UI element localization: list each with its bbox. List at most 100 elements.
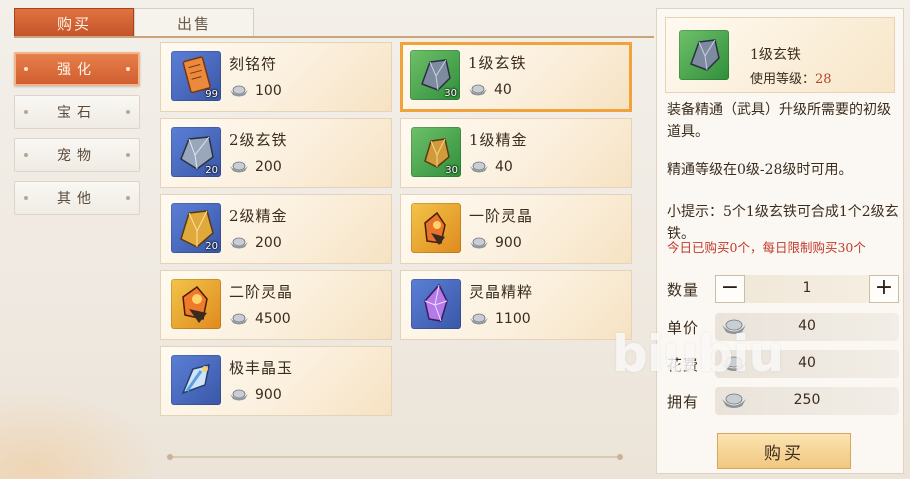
level-label: 使用等级：: [750, 72, 816, 87]
shop-item[interactable]: 30 1级精金 40: [400, 118, 632, 188]
item-name: 2级精金: [229, 207, 288, 225]
silver-ingot-icon: [230, 85, 248, 97]
category-other[interactable]: 其他: [14, 181, 140, 215]
item-price: 40: [468, 82, 512, 98]
owned-label: 拥有: [667, 393, 700, 411]
item-price: 100: [229, 83, 282, 99]
item-price: 1100: [469, 311, 531, 327]
item-price-value: 900: [495, 235, 522, 251]
quantity-value[interactable]: 1: [745, 280, 869, 296]
item-price-value: 200: [255, 159, 282, 175]
item-quantity: 30: [445, 165, 458, 176]
iron-ore-icon: 30: [410, 50, 460, 100]
category-pet[interactable]: 宠物: [14, 138, 140, 172]
silver-ingot-icon: [230, 389, 248, 401]
item-name: 一阶灵晶: [469, 207, 534, 225]
item-price: 200: [229, 159, 282, 175]
tab-buy[interactable]: 购买: [14, 8, 134, 37]
shop-item[interactable]: 灵晶精粹 1100: [400, 270, 632, 340]
category-gem[interactable]: 宝石: [14, 95, 140, 129]
detail-tip: 小提示：5个1级玄铁可合成1个2级玄铁。: [667, 204, 899, 242]
category-enhance[interactable]: 强化: [14, 52, 140, 86]
dot-decoration: [126, 67, 130, 71]
grid-scrollbar[interactable]: [167, 454, 623, 460]
jade-icon: [171, 355, 221, 405]
tab-sell[interactable]: 出售: [134, 8, 254, 37]
item-price-value: 1100: [495, 311, 531, 327]
item-price-value: 40: [495, 159, 513, 175]
item-quantity: 20: [205, 165, 218, 176]
item-name: 1级玄铁: [468, 54, 527, 72]
item-quantity: 30: [444, 88, 457, 99]
detail-usable-range: 精通等级在0级-28级时可用。: [667, 162, 853, 178]
spirit-crystal-icon: [411, 203, 461, 253]
purple-crystal-icon: [411, 279, 461, 329]
category-list: 强化 宝石 宠物 其他: [14, 52, 140, 224]
detail-item-name: 1级玄铁: [750, 47, 801, 63]
item-price: 40: [469, 159, 513, 175]
shop-item[interactable]: 极丰晶玉 900: [160, 346, 392, 416]
dot-decoration: [24, 153, 28, 157]
gold-ore-icon: 20: [171, 203, 221, 253]
dot-decoration: [24, 196, 28, 200]
background-decoration: [0, 389, 160, 479]
item-price: 4500: [229, 311, 291, 327]
silver-ingot-icon: [470, 161, 488, 173]
item-name: 2级玄铁: [229, 131, 288, 149]
category-label: 其他: [57, 191, 97, 207]
shop-item[interactable]: 99 刻铭符 100: [160, 42, 392, 112]
silver-ingot-icon: [230, 237, 248, 249]
item-quantity: 20: [205, 241, 218, 252]
shop-item[interactable]: 20 2级精金 200: [160, 194, 392, 264]
item-name: 二阶灵晶: [229, 283, 294, 301]
item-name: 灵晶精粹: [469, 283, 534, 301]
shop-item-selected[interactable]: 30 1级玄铁 40: [400, 42, 632, 112]
gold-ore-icon: 30: [411, 127, 461, 177]
silver-ingot-icon: [470, 313, 488, 325]
item-price-value: 900: [255, 387, 282, 403]
item-price-value: 40: [494, 82, 512, 98]
dot-decoration: [24, 110, 28, 114]
item-name: 刻铭符: [229, 55, 278, 73]
category-label: 强化: [57, 62, 97, 78]
dot-decoration: [24, 67, 28, 71]
item-quantity: 99: [205, 89, 218, 100]
item-name: 1级精金: [469, 131, 528, 149]
item-price: 200: [229, 235, 282, 251]
level-value: 28: [815, 72, 832, 87]
quantity-stepper[interactable]: − 1 +: [715, 275, 899, 303]
increase-button[interactable]: +: [869, 275, 899, 303]
mode-tabs: 购买 出售: [14, 8, 254, 37]
detail-panel: 1级玄铁 使用等级：28 装备精通（武具）升级所需要的初级道具。 精通等级在0级…: [656, 8, 904, 474]
iron-ore-icon: [679, 30, 729, 80]
scroll-icon: 99: [171, 51, 221, 101]
detail-header: 1级玄铁 使用等级：28: [665, 17, 895, 93]
dot-decoration: [126, 110, 130, 114]
detail-level: 使用等级：28: [750, 68, 832, 87]
item-price-value: 100: [255, 83, 282, 99]
buy-button[interactable]: 购买: [717, 433, 851, 469]
watermark: biubiu: [612, 325, 784, 383]
category-label: 宝石: [57, 105, 97, 121]
category-label: 宠物: [57, 148, 97, 164]
shop-item[interactable]: 20 2级玄铁 200: [160, 118, 392, 188]
tab-divider: [14, 36, 654, 38]
item-name: 极丰晶玉: [229, 359, 294, 377]
silver-ingot-icon: [230, 313, 248, 325]
shop-item[interactable]: 一阶灵晶 900: [400, 194, 632, 264]
owned-row: 拥有 250: [667, 387, 899, 415]
owned-field: 250: [715, 387, 899, 415]
item-price: 900: [229, 387, 282, 403]
dot-decoration: [126, 196, 130, 200]
quantity-row: 数量 − 1 +: [667, 275, 899, 303]
quantity-label: 数量: [667, 281, 700, 299]
decrease-button[interactable]: −: [715, 275, 745, 303]
item-price-value: 200: [255, 235, 282, 251]
dot-decoration: [126, 153, 130, 157]
item-price: 900: [469, 235, 522, 251]
shop-item[interactable]: 二阶灵晶 4500: [160, 270, 392, 340]
item-price-value: 4500: [255, 311, 291, 327]
silver-ingot-icon: [470, 237, 488, 249]
detail-description: 装备精通（武具）升级所需要的初级道具。: [667, 102, 891, 140]
silver-ingot-icon: [230, 161, 248, 173]
